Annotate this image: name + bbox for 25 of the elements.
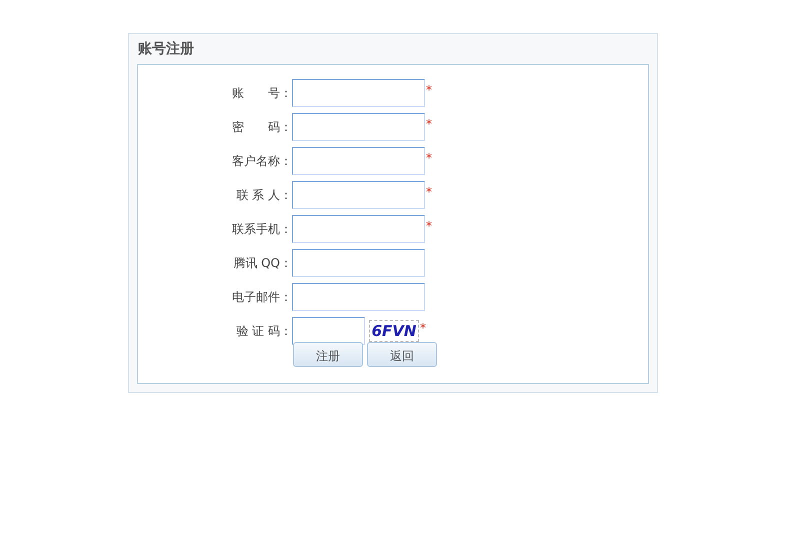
input-field[interactable] — [292, 79, 425, 107]
field-label: 密 码： — [231, 119, 292, 136]
back-button[interactable]: 返回 — [367, 342, 437, 367]
input-field[interactable] — [292, 113, 425, 141]
register-button[interactable]: 注册 — [293, 342, 363, 367]
required-mark: * — [426, 82, 432, 99]
field-label: 账 号： — [231, 85, 292, 102]
required-mark: * — [420, 320, 426, 337]
required-mark: * — [426, 150, 432, 167]
input-field[interactable] — [292, 249, 425, 277]
required-mark: * — [426, 218, 432, 235]
input-field[interactable] — [292, 147, 425, 175]
required-mark: * — [426, 184, 432, 201]
input-field[interactable] — [292, 283, 425, 311]
captcha-field[interactable] — [292, 317, 365, 345]
field-label: 腾讯 QQ： — [232, 255, 292, 272]
field-label: 联系手机： — [231, 221, 292, 238]
input-field[interactable] — [292, 215, 425, 243]
field-label: 联 系 人： — [235, 187, 292, 204]
field-label: 电子邮件： — [231, 289, 292, 306]
required-mark: * — [426, 116, 432, 133]
panel-title: 账号注册 — [137, 40, 195, 58]
field-label: 验 证 码： — [235, 323, 292, 340]
field-label: 客户名称： — [231, 153, 292, 170]
input-field[interactable] — [292, 181, 425, 209]
